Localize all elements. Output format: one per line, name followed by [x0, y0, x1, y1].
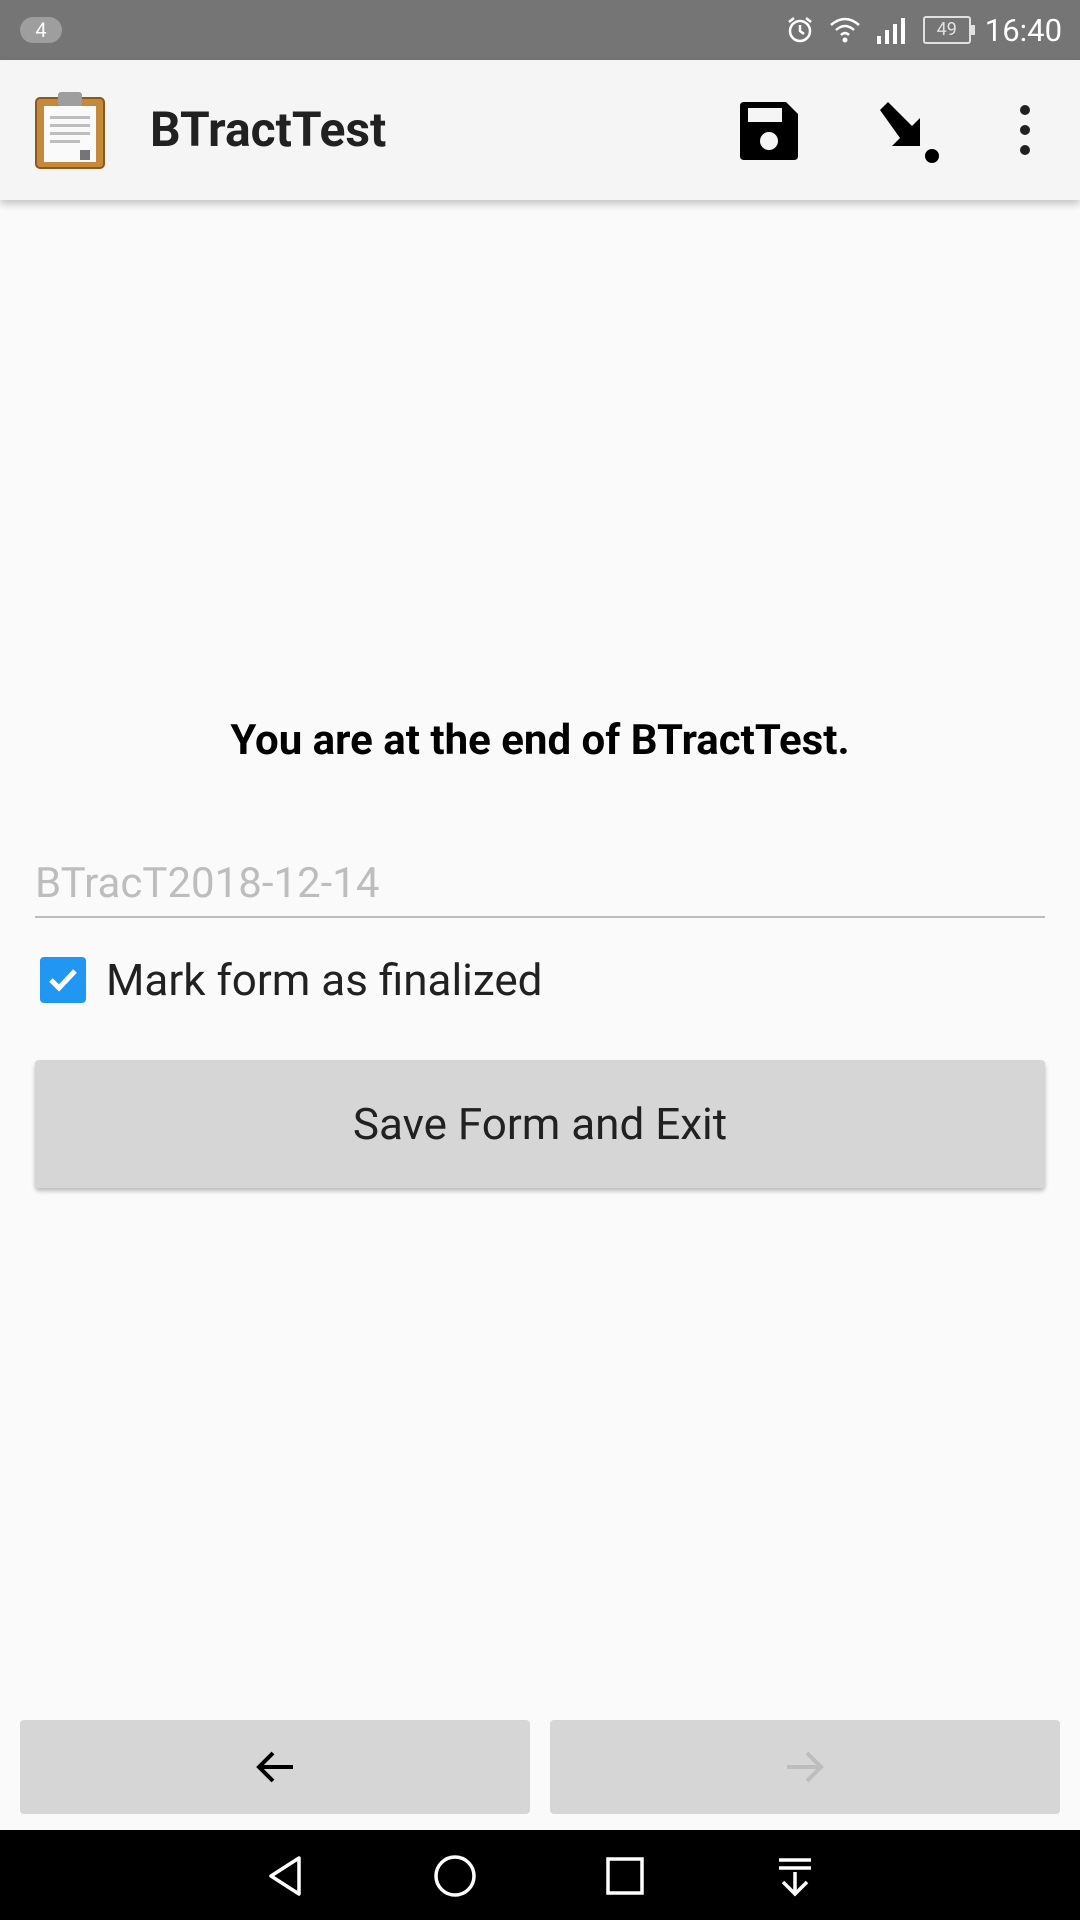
more-vert-icon: [1020, 105, 1030, 155]
checkmark-icon: [49, 969, 77, 992]
save-icon: [740, 102, 798, 160]
jump-to-icon: [880, 102, 939, 163]
arrow-back-icon: [256, 1751, 293, 1783]
system-navigation-bar: [0, 1830, 1080, 1920]
status-icons: 49 16:40: [785, 0, 1062, 60]
recents-square-icon[interactable]: [601, 1852, 649, 1900]
back-triangle-icon[interactable]: [261, 1852, 309, 1900]
wifi-icon: [829, 17, 860, 43]
mark-finalized-checkbox[interactable]: [40, 957, 86, 1003]
mark-finalized-label[interactable]: Mark form as finalized: [106, 954, 542, 1006]
signal-icon: [876, 18, 905, 44]
previous-button[interactable]: [20, 1720, 530, 1814]
save-form-and-exit-button[interactable]: Save Form and Exit: [35, 1060, 1045, 1188]
home-circle-icon[interactable]: [431, 1852, 479, 1900]
status-time: 16:40: [984, 11, 1062, 49]
battery-icon: 49: [922, 16, 975, 44]
alarm-icon: [788, 17, 812, 43]
clipboard-app-icon: [35, 92, 105, 169]
arrow-forward-icon: [787, 1751, 824, 1783]
next-button[interactable]: [550, 1720, 1060, 1814]
mark-finalized-checkbox-row[interactable]: Mark form as finalized: [40, 950, 542, 1010]
notification-pull-icon[interactable]: [771, 1852, 819, 1900]
app-bar: BTractTest: [0, 60, 1080, 200]
jump-to-button[interactable]: [874, 96, 944, 166]
more-options-button[interactable]: [1000, 96, 1050, 166]
status-bar: 4 49 16:40: [0, 0, 1080, 60]
notification-count-badge: 4: [20, 17, 62, 43]
end-of-form-message: You are at the end of BTractTest.: [230, 716, 850, 765]
save-button[interactable]: [734, 96, 804, 166]
app-title: BTractTest: [150, 101, 387, 158]
form-instance-name-input[interactable]: [35, 850, 1045, 918]
